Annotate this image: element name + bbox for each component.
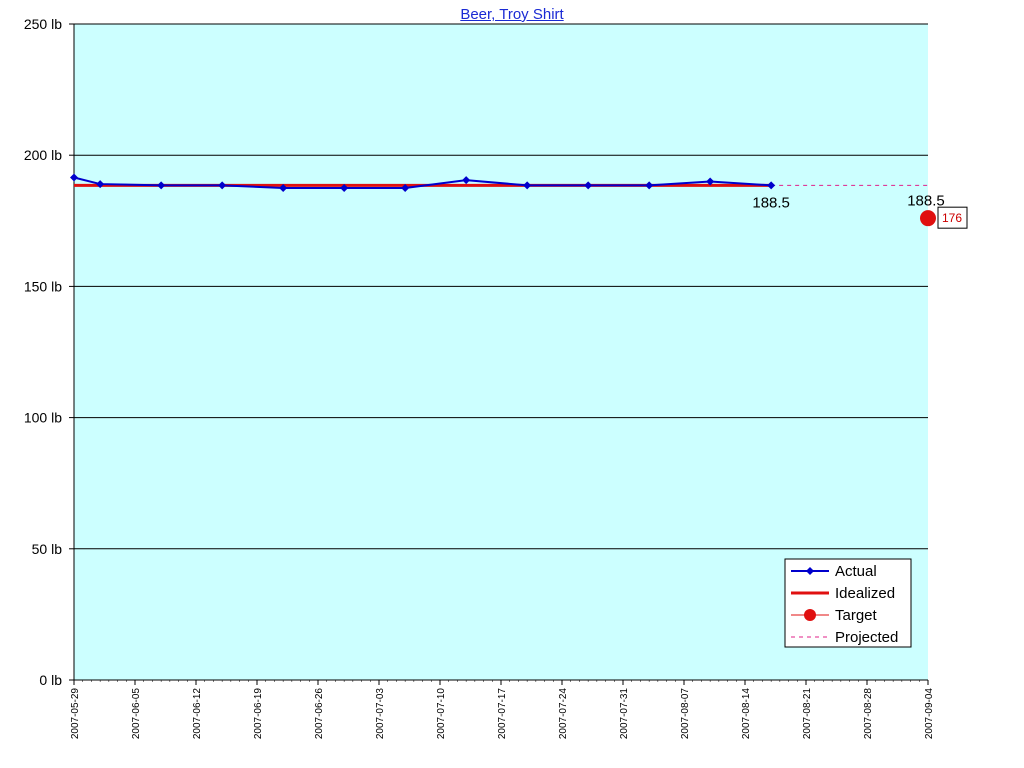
legend-label: Target xyxy=(835,607,878,624)
legend-label: Projected xyxy=(835,629,898,646)
x-tick-label: 2007-07-17 xyxy=(497,688,508,740)
y-tick-label: 50 lb xyxy=(32,541,63,557)
x-tick-label: 2007-07-10 xyxy=(436,688,447,740)
x-tick-label: 2007-08-28 xyxy=(863,688,874,740)
target-point xyxy=(920,210,936,227)
data-label: 188.5 xyxy=(752,194,790,211)
x-tick-label: 2007-06-26 xyxy=(314,688,325,740)
y-tick-label: 250 lb xyxy=(24,16,62,32)
legend-label: Actual xyxy=(835,563,877,580)
x-tick-label: 2007-07-31 xyxy=(619,688,630,740)
target-value-label: 176 xyxy=(937,206,968,229)
x-tick-label: 2007-08-07 xyxy=(680,688,691,740)
legend-label: Idealized xyxy=(835,585,895,602)
target-label-text: 176 xyxy=(942,211,962,225)
x-tick-label: 2007-08-14 xyxy=(741,688,752,740)
x-tick-label: 2007-05-29 xyxy=(70,688,81,740)
x-tick-label: 2007-06-05 xyxy=(131,688,142,740)
y-tick-label: 150 lb xyxy=(24,278,62,294)
y-tick-label: 0 lb xyxy=(39,672,62,688)
x-tick-label: 2007-07-03 xyxy=(375,688,386,740)
legend: Actual Idealized Target Projected xyxy=(784,558,912,648)
x-tick-label: 2007-09-04 xyxy=(924,688,935,740)
x-tick-label: 2007-06-19 xyxy=(253,688,264,740)
x-tick-label: 2007-08-21 xyxy=(802,688,813,740)
legend-marker xyxy=(804,609,816,621)
y-tick-label: 100 lb xyxy=(24,410,62,426)
x-tick-label: 2007-06-12 xyxy=(192,688,203,740)
y-tick-label: 200 lb xyxy=(24,147,62,163)
chart-canvas: 0 lb 50 lb 100 lb 150 lb 200 lb 250 lb 2007-05… xyxy=(24,16,968,740)
x-tick-label: 2007-07-24 xyxy=(558,688,569,740)
